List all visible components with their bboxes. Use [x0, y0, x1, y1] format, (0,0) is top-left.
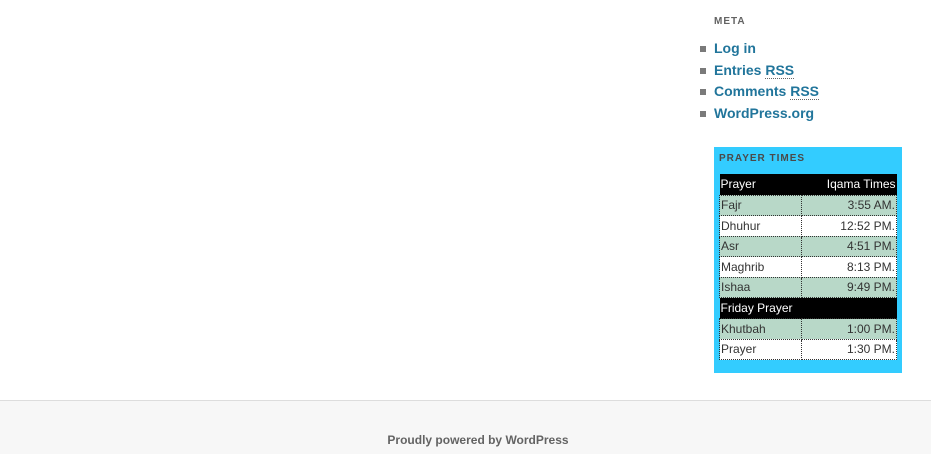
prayer-name: Prayer: [719, 338, 802, 360]
table-row: Dhuhur 12:52 PM.: [719, 215, 897, 237]
prayer-time: 4:51 PM.: [801, 235, 897, 257]
prayer-widget-title: PRAYER TIMES: [719, 153, 806, 164]
prayer-time: 1:30 PM.: [801, 338, 897, 360]
meta-list: Log in Entries RSS Comments RSS WordPres…: [700, 38, 904, 125]
entries-rss-label: Entries: [714, 61, 766, 78]
comments-rss-link[interactable]: Comments RSS: [714, 83, 820, 100]
rss-abbr: RSS: [790, 83, 820, 100]
wordpress-org-link[interactable]: WordPress.org: [714, 105, 814, 121]
login-link[interactable]: Log in: [714, 40, 756, 56]
prayer-times-widget: PRAYER TIMES Prayer Iqama Times Fajr 3:5…: [714, 147, 902, 373]
prayer-name: Asr: [719, 235, 802, 257]
table-row: Asr 4:51 PM.: [719, 235, 897, 257]
prayer-name: Fajr: [719, 194, 802, 216]
table-row: Ishaa 9:49 PM.: [719, 276, 897, 298]
site-footer: Proudly powered by WordPress: [0, 400, 931, 454]
square-bullet-icon: [700, 89, 706, 95]
prayer-time: 12:52 PM.: [801, 215, 897, 237]
meta-item-login: Log in: [700, 38, 904, 60]
table-header-row: Prayer Iqama Times: [719, 174, 897, 195]
square-bullet-icon: [700, 110, 706, 117]
prayer-time: 1:00 PM.: [801, 318, 897, 340]
table-row: Khutbah 1:00 PM.: [719, 318, 897, 340]
comments-rss-label: Comments: [714, 83, 791, 99]
table-row: Fajr 3:55 AM.: [719, 194, 897, 216]
meta-widget: META Log in Entries RSS Comments RSS Wor…: [700, 14, 904, 125]
meta-item-comments-rss: Comments RSS: [700, 81, 904, 103]
prayer-name: Ishaa: [719, 276, 802, 298]
table-row: Maghrib 8:13 PM.: [719, 256, 897, 278]
rss-abbr: RSS: [765, 61, 795, 79]
table-row: Prayer 1:30 PM.: [719, 338, 897, 360]
prayer-name: Dhuhur: [719, 215, 802, 237]
prayer-time: 8:13 PM.: [801, 256, 897, 278]
prayer-times-table: Prayer Iqama Times Fajr 3:55 AM. Dhuhur …: [719, 174, 897, 360]
square-bullet-icon: [700, 67, 706, 74]
prayer-name: Maghrib: [719, 256, 802, 278]
prayer-name: Khutbah: [719, 318, 802, 340]
friday-prayer-header: Friday Prayer: [719, 297, 897, 319]
page: META Log in Entries RSS Comments RSS Wor…: [0, 0, 931, 454]
meta-item-entries-rss: Entries RSS: [700, 60, 904, 82]
square-bullet-icon: [700, 46, 706, 52]
header-prayer: Prayer: [719, 174, 802, 195]
header-iqama-times: Iqama Times: [801, 174, 897, 195]
friday-header-row: Friday Prayer: [719, 297, 897, 319]
powered-by-link[interactable]: Proudly powered by WordPress: [0, 433, 931, 447]
meta-item-wordpress-org: WordPress.org: [700, 103, 904, 125]
prayer-time: 3:55 AM.: [801, 194, 897, 216]
prayer-time: 9:49 PM.: [801, 276, 897, 298]
meta-widget-title: META: [714, 16, 746, 27]
entries-rss-link[interactable]: Entries RSS: [714, 61, 795, 79]
